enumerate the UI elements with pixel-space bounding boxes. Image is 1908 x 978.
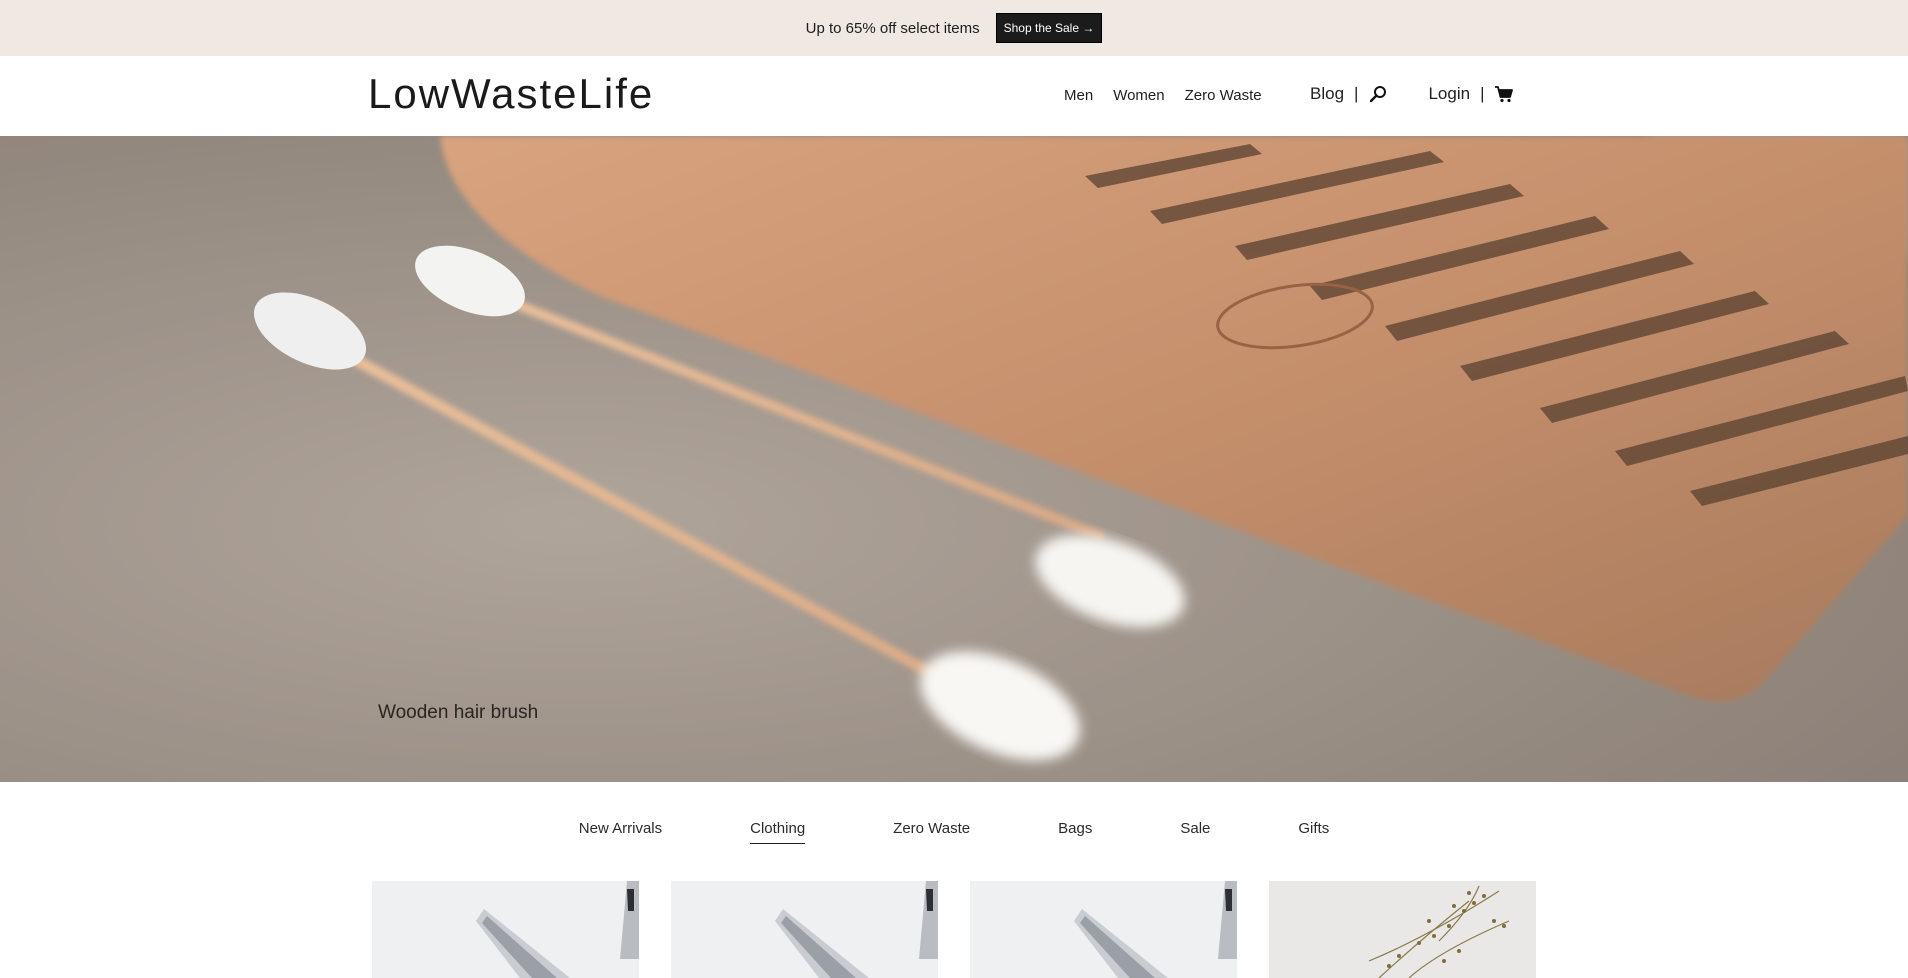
nav-item-men[interactable]: Men: [1064, 87, 1093, 104]
product-card[interactable]: [671, 881, 938, 978]
nav-item-zero-waste[interactable]: Zero Waste: [1185, 87, 1262, 104]
divider: |: [1480, 84, 1485, 103]
divider: |: [1354, 84, 1359, 103]
tab-bags[interactable]: Bags: [1058, 820, 1092, 844]
tab-gifts[interactable]: Gifts: [1298, 820, 1329, 844]
nav-item-blog[interactable]: Blog: [1310, 84, 1344, 104]
shop-sale-button[interactable]: Shop the Sale →: [995, 13, 1103, 43]
tab-clothing[interactable]: Clothing: [750, 820, 806, 844]
product-image: [372, 881, 639, 978]
hero-banner[interactable]: Wooden hair brush: [0, 136, 1908, 782]
hero-caption: Wooden hair brush: [378, 702, 539, 723]
category-tabs: New Arrivals Clothing Zero Waste Bags Sa…: [0, 820, 1908, 844]
site-logo[interactable]: LowWasteLife: [368, 70, 654, 118]
site-header: LowWasteLife Men Women Zero Waste Blog |…: [0, 56, 1908, 136]
hero-image: [0, 136, 1908, 782]
tab-zero-waste[interactable]: Zero Waste: [893, 820, 970, 844]
main-nav: Men Women Zero Waste: [1064, 87, 1262, 104]
search-icon[interactable]: [1368, 84, 1388, 104]
product-image: [1269, 881, 1536, 978]
product-grid: [372, 881, 1536, 978]
promo-text: Up to 65% off select items: [805, 19, 980, 37]
product-image: [970, 881, 1237, 978]
product-card[interactable]: [1269, 881, 1536, 978]
tab-new-arrivals[interactable]: New Arrivals: [579, 820, 662, 844]
utility-nav: Blog | Login |: [1310, 84, 1514, 104]
tab-sale[interactable]: Sale: [1180, 820, 1210, 844]
nav-item-women[interactable]: Women: [1113, 87, 1164, 104]
promo-bar: Up to 65% off select items Shop the Sale…: [0, 0, 1908, 56]
product-card[interactable]: [970, 881, 1237, 978]
login-link[interactable]: Login: [1428, 84, 1470, 104]
cart-icon[interactable]: [1494, 84, 1514, 104]
product-card[interactable]: [372, 881, 639, 978]
product-image: [671, 881, 938, 978]
